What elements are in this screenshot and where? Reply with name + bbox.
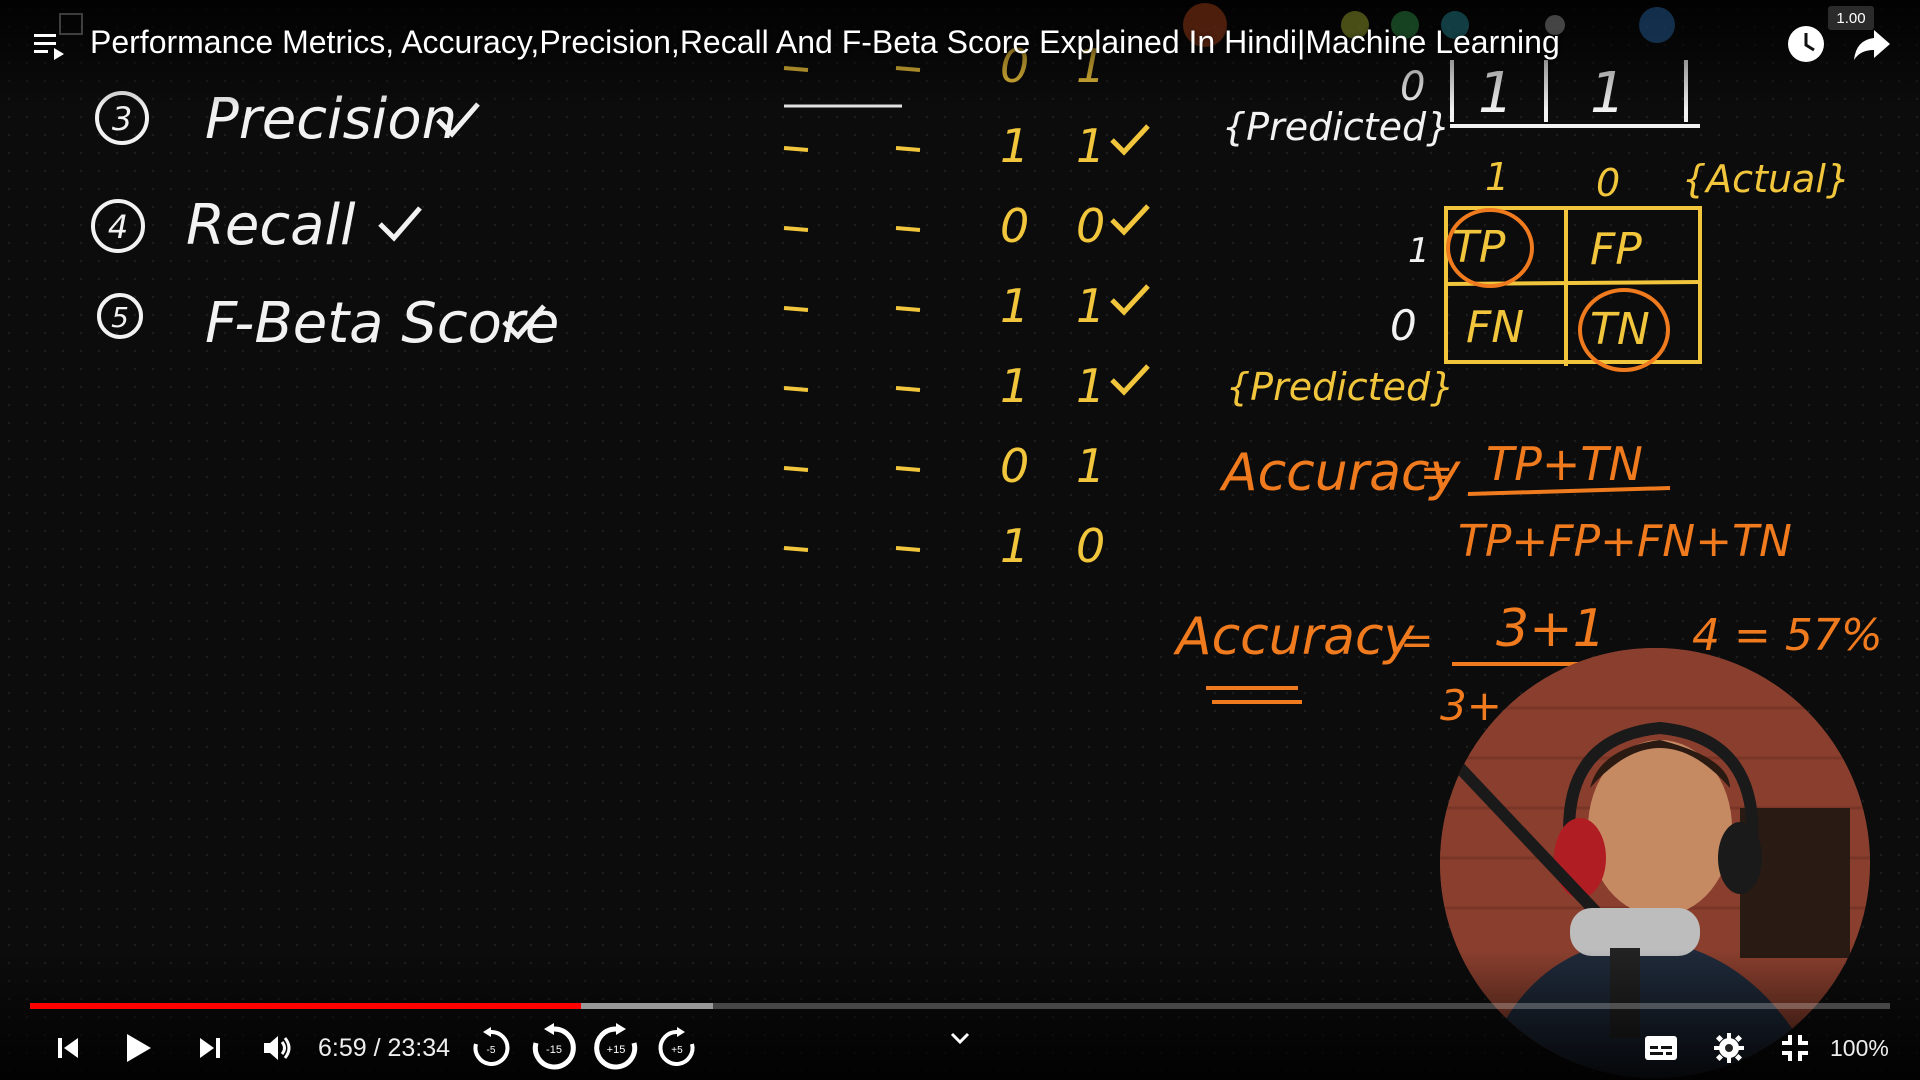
rewind-icon: -5 xyxy=(473,1027,510,1066)
svg-text:-15: -15 xyxy=(546,1044,562,1056)
confusion-matrix: TP FP FN TN xyxy=(1444,206,1702,372)
left-list: 3 Precision 4 Recall 5 F-Beta Score xyxy=(91,87,559,356)
check-mark xyxy=(1110,284,1150,316)
video-title[interactable]: Performance Metrics, Accuracy,Precision,… xyxy=(90,24,1560,61)
calc-numerator: 3+1 xyxy=(1496,599,1606,659)
table-cell-predicted: 0 xyxy=(1076,199,1105,253)
skip-back-5-button[interactable]: -5 xyxy=(466,1020,516,1076)
cell-fp: FP xyxy=(1590,224,1642,275)
table-row: 11 xyxy=(783,359,1150,413)
list-num-4: 4 xyxy=(108,208,128,246)
exit-fullscreen-icon xyxy=(1782,1035,1808,1061)
progress-played xyxy=(30,1003,581,1009)
cell-tn: TN xyxy=(1590,304,1650,355)
table-row: 11 xyxy=(783,119,1150,173)
cell-fn: FN xyxy=(1466,302,1524,353)
forward-icon: +15 xyxy=(594,1023,638,1070)
matrix-row-1: 1 xyxy=(1408,231,1430,271)
table-cell-predicted: 1 xyxy=(1076,359,1105,413)
table-row: 01 xyxy=(783,439,1105,493)
accuracy-formula: Accuracy = TP+TN TP+FP+FN+TN xyxy=(1219,437,1792,567)
progress-bar[interactable] xyxy=(30,1003,1890,1009)
svg-text:=: = xyxy=(1420,450,1454,496)
table-cell-actual: 1 xyxy=(1000,519,1029,573)
table-cell-actual: 1 xyxy=(1000,119,1029,173)
actual-label: {Actual} xyxy=(1682,157,1850,201)
volume-icon xyxy=(264,1036,291,1060)
skip-forward-15-button[interactable]: +15 xyxy=(588,1020,644,1076)
previous-icon xyxy=(58,1038,78,1058)
video-frame[interactable]: 3 Precision 4 Recall 5 F-Beta Score 0111… xyxy=(0,0,1920,1080)
previous-button[interactable] xyxy=(46,1020,90,1076)
play-button[interactable] xyxy=(116,1020,160,1076)
svg-text:-5: -5 xyxy=(487,1045,496,1056)
volume-button[interactable] xyxy=(256,1020,300,1076)
check-mark xyxy=(1110,204,1150,236)
list-item-recall: Recall xyxy=(186,193,356,258)
svg-text:+5: +5 xyxy=(671,1045,683,1056)
matrix-row-0: 0 xyxy=(1390,301,1417,350)
skip-forward-5-button[interactable]: +5 xyxy=(652,1020,702,1076)
settings-icon xyxy=(1714,1033,1744,1063)
settings-button[interactable] xyxy=(1704,1020,1754,1076)
next-button[interactable] xyxy=(188,1020,232,1076)
list-num-5: 5 xyxy=(111,301,129,334)
table-cell-actual: 0 xyxy=(1000,439,1029,493)
svg-text:=: = xyxy=(1400,618,1434,664)
table-cell-predicted: 1 xyxy=(1076,119,1105,173)
matrix-col-0: 0 xyxy=(1596,161,1620,205)
table-row: 00 xyxy=(783,199,1150,253)
play-icon xyxy=(127,1034,151,1062)
check-mark xyxy=(1110,364,1150,396)
calc-result: 4 = 57% xyxy=(1692,610,1883,661)
share-icon[interactable] xyxy=(1850,22,1894,66)
player-top-bar: Performance Metrics, Accuracy,Precision,… xyxy=(0,0,1920,90)
formula-denominator: TP+FP+FN+TN xyxy=(1458,516,1792,567)
forward-icon: +5 xyxy=(658,1027,695,1066)
table-row: 10 xyxy=(783,519,1105,573)
svg-text:+15: +15 xyxy=(607,1044,626,1056)
table-cell-predicted: 1 xyxy=(1076,439,1105,493)
chapters-toggle[interactable] xyxy=(940,1010,980,1066)
next-icon xyxy=(200,1038,220,1058)
rewind-icon: -15 xyxy=(532,1023,576,1070)
table-cell-actual: 0 xyxy=(1000,199,1029,253)
table-row: 11 xyxy=(783,279,1150,333)
zoom-level[interactable]: 100% xyxy=(1830,1028,1889,1068)
cell-tp: TP xyxy=(1452,222,1506,273)
predictions-table: 01110011110110 xyxy=(783,39,1150,573)
subtitles-button[interactable] xyxy=(1636,1020,1686,1076)
playlist-icon[interactable] xyxy=(32,30,66,60)
watch-later-icon[interactable] xyxy=(1784,22,1828,66)
matrix-col-1: 1 xyxy=(1485,155,1509,199)
table-cell-predicted: 1 xyxy=(1076,279,1105,333)
exit-fullscreen-button[interactable] xyxy=(1770,1020,1820,1076)
skip-back-15-button[interactable]: -15 xyxy=(526,1020,582,1076)
time-display: 6:59 / 23:34 xyxy=(318,1034,451,1062)
table-cell-predicted: 0 xyxy=(1076,519,1105,573)
subtitles-icon xyxy=(1645,1036,1677,1060)
player-controls: -5 -15 +15 +5 xyxy=(0,1020,1920,1076)
predicted-label-bottom: {Predicted} xyxy=(1226,365,1454,409)
calc-lhs: Accuracy xyxy=(1173,607,1416,667)
table-cell-actual: 1 xyxy=(1000,279,1029,333)
chevron-down-icon xyxy=(950,1032,970,1045)
table-cell-actual: 1 xyxy=(1000,359,1029,413)
predicted-label-top: {Predicted} xyxy=(1222,105,1450,149)
check-mark xyxy=(1110,124,1150,156)
formula-numerator: TP+TN xyxy=(1486,437,1643,491)
